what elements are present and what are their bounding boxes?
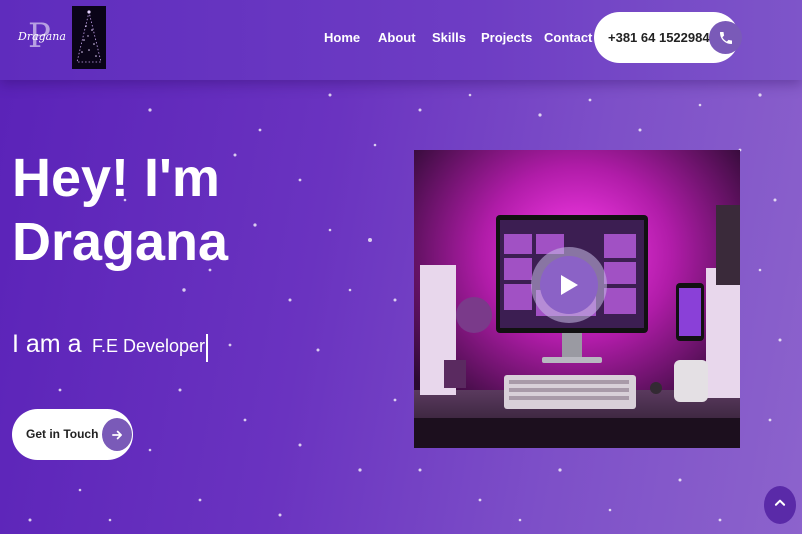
get-in-touch-button[interactable]: Get in Touch — [12, 409, 133, 460]
logo-script: Dragana — [18, 30, 66, 43]
christmas-tree-logo-image — [72, 6, 106, 69]
arrow-right-icon — [102, 418, 132, 451]
play-video-button[interactable] — [531, 247, 607, 323]
hero-title-line1: Hey! I'm — [12, 148, 220, 208]
back-to-top-button[interactable] — [764, 486, 796, 524]
typed-text: F.E Developer — [91, 336, 205, 356]
hero-title-line2: Dragana — [12, 212, 229, 272]
nav-home[interactable]: Home — [324, 30, 360, 45]
typed-prefix: I am a — [12, 330, 82, 358]
phone-contact-button[interactable]: +381 64 1522984 — [594, 12, 742, 63]
chevron-up-icon — [773, 496, 787, 515]
typed-role: I am a F.E Developer — [12, 330, 208, 362]
play-icon — [540, 256, 598, 314]
hero-workspace-image — [414, 150, 740, 448]
nav-about[interactable]: About — [378, 30, 416, 45]
nav-projects[interactable]: Projects — [481, 30, 532, 45]
typing-caret — [206, 333, 208, 362]
phone-icon — [709, 21, 742, 54]
phone-number: +381 64 1522984 — [608, 30, 710, 45]
cta-label: Get in Touch — [26, 427, 99, 441]
brand-logo[interactable]: P Dragana — [18, 16, 66, 56]
site-header: P Dragana Home About Skills Projects Con… — [0, 0, 802, 80]
hero-title: Hey! I'm Dragana — [12, 146, 228, 274]
nav-skills[interactable]: Skills — [432, 30, 466, 45]
nav-contact[interactable]: Contact — [544, 30, 592, 45]
